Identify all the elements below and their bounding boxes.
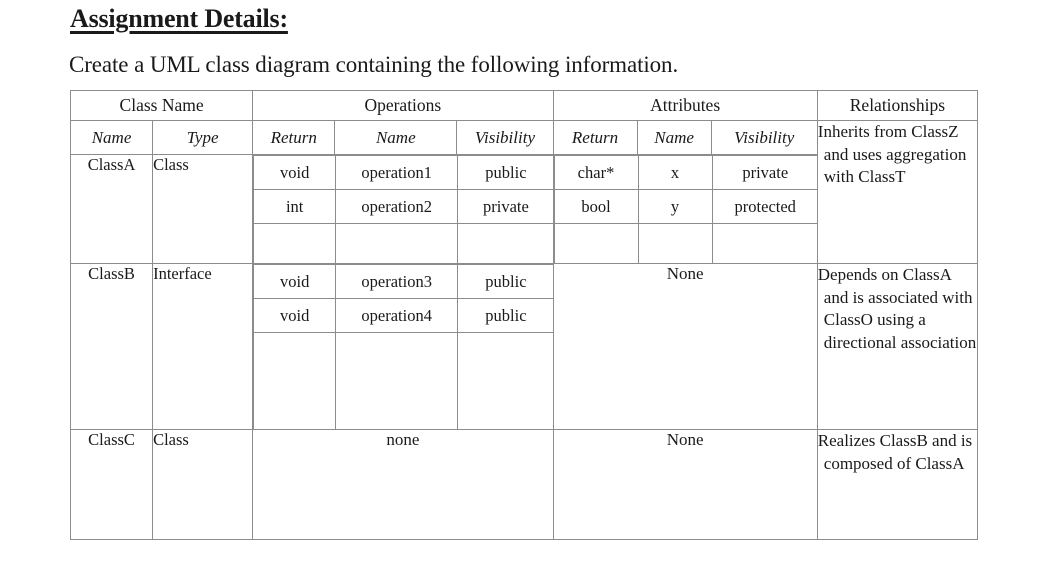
classa-attributes-filler-return	[553, 223, 639, 263]
relationships-cell-classc: Realizes ClassB and is composed of Class…	[816, 429, 979, 540]
classb-operations-filler-visibility	[457, 332, 554, 429]
classa-op2-visibility: private	[457, 189, 554, 224]
classa-attributes-filler-name	[637, 223, 713, 263]
classa-operation-row-1: void operation1 public	[253, 155, 554, 190]
classa-operations-filler-return	[253, 223, 337, 263]
subheader-op-return: Return	[252, 120, 336, 155]
classa-attr1-visibility: private	[711, 155, 818, 190]
classb-op1-name: operation3	[335, 264, 459, 299]
classa-op1-name: operation1	[335, 155, 459, 190]
classa-operations-table: void operation1 public int operation2 pr…	[253, 155, 554, 263]
classb-op2-return: void	[253, 298, 337, 333]
classa-attr1-name: x	[637, 155, 713, 190]
classb-name: ClassB	[69, 263, 154, 430]
relationships-cell-classa: Inherits from ClassZ and uses aggregatio…	[816, 120, 979, 264]
classa-attr2-name: y	[637, 189, 713, 224]
subheader-op-visibility: Visibility	[456, 120, 554, 155]
subheader-class-name: Name	[69, 120, 154, 155]
subheader-attr-return: Return	[552, 120, 638, 155]
classc-operations-none: none	[252, 429, 554, 540]
intro-text: Create a UML class diagram containing th…	[69, 52, 679, 77]
classb-operations-filler-row	[253, 332, 554, 429]
classa-attribute-row-2: bool y protected	[553, 189, 818, 224]
classb-op2-visibility: public	[457, 298, 554, 333]
uml-specification-table: Class Name Operations Attributes Relatio…	[69, 90, 979, 540]
classa-op1-visibility: public	[457, 155, 554, 190]
classb-attributes-none: None	[552, 263, 818, 430]
classa-operations-filler-name	[335, 223, 459, 263]
classa-attributes-table: char* x private bool y protected	[553, 155, 818, 263]
classb-operation-row-2: void operation4 public	[253, 298, 554, 333]
subheader-attr-visibility: Visibility	[710, 120, 818, 155]
classa-attributes-filler-visibility	[711, 223, 818, 263]
relationships-text-classa: Inherits from ClassZ and uses aggregatio…	[817, 122, 967, 187]
classc-attributes-none: None	[552, 429, 818, 540]
classb-op1-return: void	[253, 264, 337, 299]
page-title: Assignment Details:	[70, 4, 288, 33]
classa-type: Class	[152, 154, 254, 264]
classa-op2-name: operation2	[335, 189, 459, 224]
classa-attribute-row-1: char* x private	[553, 155, 818, 190]
header-operations: Operations	[252, 90, 554, 121]
classc-name: ClassC	[69, 429, 154, 540]
classa-attr2-visibility: protected	[711, 189, 818, 224]
subheader-op-name: Name	[334, 120, 458, 155]
classa-operations-cell: void operation1 public int operation2 pr…	[252, 154, 554, 264]
classa-operation-row-2: int operation2 private	[253, 189, 554, 224]
table-sub-header-row: Name Type Return Name Visibility Return …	[69, 120, 979, 264]
classb-operations-filler-return	[253, 332, 337, 429]
classa-attributes-filler-row	[553, 223, 818, 263]
classa-operations-filler-row	[253, 223, 554, 263]
relationships-text-classb: Depends on ClassA and is associated with…	[817, 265, 977, 352]
classb-operations-table: void operation3 public void operation4 p…	[253, 264, 554, 429]
header-class-name: Class Name	[69, 90, 254, 121]
subheader-class-type: Type	[152, 120, 254, 155]
classa-op2-return: int	[253, 189, 337, 224]
classa-op1-return: void	[253, 155, 337, 190]
classa-attributes-cell: char* x private bool y protected	[552, 154, 818, 264]
document-page: Assignment Details: Create a UML class d…	[0, 0, 1056, 584]
classb-op2-name: operation4	[335, 298, 459, 333]
relationships-cell-classb: Depends on ClassA and is associated with…	[816, 263, 979, 430]
relationships-text-classc: Realizes ClassB and is composed of Class…	[817, 431, 973, 473]
classa-attr1-return: char*	[553, 155, 639, 190]
classb-type: Interface	[152, 263, 254, 430]
classb-op1-visibility: public	[457, 264, 554, 299]
subheader-attr-name: Name	[636, 120, 712, 155]
table-group-header-row: Class Name Operations Attributes Relatio…	[69, 90, 979, 121]
classb-operation-row-1: void operation3 public	[253, 264, 554, 299]
classc-type: Class	[152, 429, 254, 540]
header-attributes: Attributes	[552, 90, 818, 121]
table-row-classc: ClassC Class none None Realizes ClassB a…	[69, 429, 979, 540]
classb-operations-filler-name	[335, 332, 459, 429]
table-row-classb: ClassB Interface void operation3 public …	[69, 263, 979, 430]
header-relationships: Relationships	[816, 90, 979, 121]
classb-operations-cell: void operation3 public void operation4 p…	[252, 263, 554, 430]
classa-operations-filler-visibility	[457, 223, 554, 263]
classa-attr2-return: bool	[553, 189, 639, 224]
classa-name: ClassA	[69, 154, 154, 264]
